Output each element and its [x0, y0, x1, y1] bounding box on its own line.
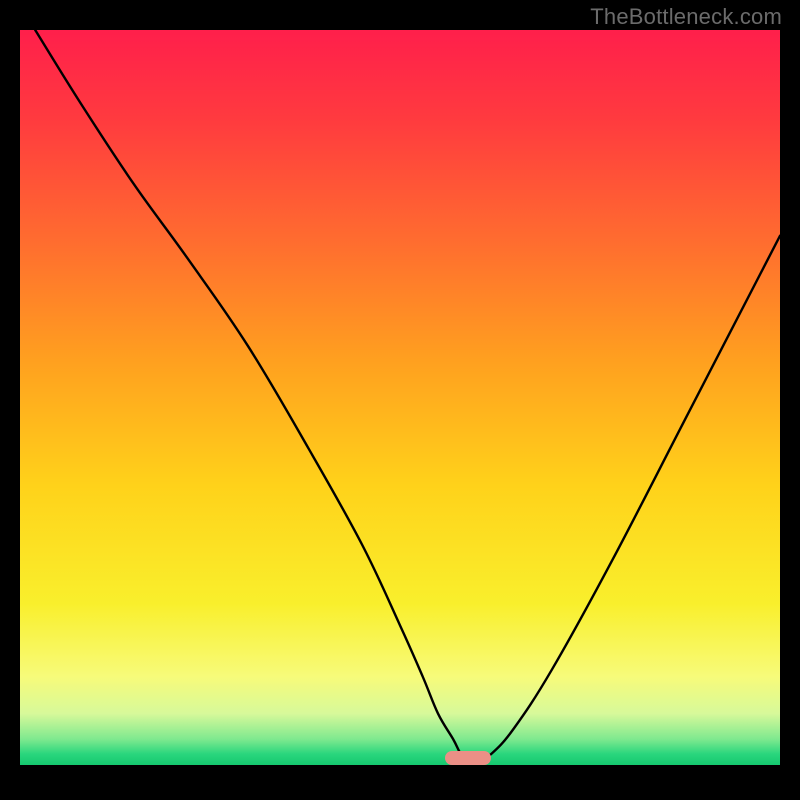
bottleneck-chart: [20, 30, 780, 765]
optimum-marker: [445, 751, 491, 765]
chart-frame: TheBottleneck.com: [0, 0, 800, 800]
plot-area: [20, 30, 780, 765]
watermark-text: TheBottleneck.com: [590, 4, 782, 30]
gradient-background: [20, 30, 780, 765]
